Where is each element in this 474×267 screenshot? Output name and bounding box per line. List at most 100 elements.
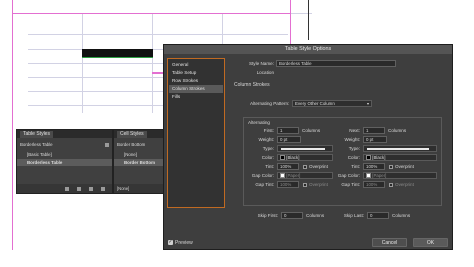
footer-style-name: [None] [117,186,130,191]
gap-overprint-right-checkbox[interactable] [389,183,393,187]
weight-left-label: Weight: [258,137,275,142]
overprint-left-checkbox[interactable] [303,165,307,169]
table-styles-panel: Table Styles Borderless Table [Basic Tab… [16,129,113,194]
panel-tab-bar: Cell Styles [114,130,168,138]
color-swatch [366,173,371,179]
tint-right-input[interactable]: 100% [363,163,385,170]
panel-footer [17,184,112,193]
category-row-strokes[interactable]: Row Strokes [169,77,223,85]
alternating-pattern-label: Alternating Pattern: [250,101,290,106]
gap-color-left-value: [Paper] [286,173,301,178]
ok-button[interactable]: OK [413,238,448,247]
weight-left-input[interactable]: 0 pt [277,136,301,143]
table-style-options-dialog: Table Style Options General Table Setup … [163,44,453,250]
skip-first-input[interactable]: 0 [281,212,303,219]
tab-cell-styles[interactable]: Cell Styles [117,131,147,138]
gap-overprint-left-label: Overprint [309,182,328,187]
type-left-label: Type: [262,146,274,151]
gap-color-right-select[interactable]: [Paper] [363,172,437,179]
tint-left-input[interactable]: 100% [277,163,299,170]
trash-icon[interactable] [101,187,105,191]
list-item-selected[interactable]: Border Bottom [114,159,168,166]
overprint-right-checkbox[interactable] [389,165,393,169]
new-style-icon[interactable] [105,143,109,147]
color-swatch [366,155,371,161]
skip-last-unit: Columns [392,213,411,218]
color-left-select[interactable]: [Black] [277,154,333,161]
first-label: First: [263,128,274,133]
color-swatch [280,173,285,179]
category-fills[interactable]: Fills [169,93,223,101]
page-guide [12,0,13,250]
current-style-label: Borderless Table [20,142,53,147]
weight-right-input[interactable]: 0 pt [363,136,387,143]
overprint-right-label: Overprint [395,164,414,169]
color-swatch [280,155,285,161]
first-input[interactable]: 1 [277,127,299,134]
grid-line [152,13,153,113]
color-left-value: [Black] [286,155,300,160]
alternating-pattern-value: Every Other Column [295,101,335,106]
tint-left-label: Tint: [265,164,274,169]
type-right-label: Type: [348,146,360,151]
folder-icon[interactable] [65,187,69,191]
style-name-label: Style Name: [248,61,274,66]
next-input[interactable]: 1 [363,127,385,134]
gap-overprint-right-label: Overprint [395,182,414,187]
panel-tab-bar: Table Styles [17,130,112,138]
cell-styles-panel: Cell Styles Border Bottom [None] Border … [113,129,169,194]
category-table-setup[interactable]: Table Setup [169,69,223,77]
color-right-select[interactable]: [Black] [363,154,437,161]
tab-table-styles[interactable]: Table Styles [20,131,53,138]
category-column-strokes[interactable]: Column Strokes [169,85,223,93]
margin-guide [12,13,290,14]
grid-line [82,13,83,113]
location-label: Location [256,70,274,75]
category-general[interactable]: General [169,61,223,69]
tint-right-label: Tint: [351,164,360,169]
color-right-value: [Black] [372,155,386,160]
next-label: Next: [349,128,360,133]
weight-right-label: Weight: [344,137,361,142]
stroke-type-preview [367,148,429,150]
gap-color-right-label: Gap Color: [337,173,360,178]
table-header-row[interactable] [82,49,153,57]
color-left-label: Color: [261,155,274,160]
gap-tint-right-input[interactable]: 100% [363,181,385,188]
grid-line [28,34,288,35]
preview-label: Preview [175,240,193,246]
gap-overprint-left-checkbox[interactable] [303,183,307,187]
gap-tint-left-label: Gap Tint: [255,182,274,187]
gap-color-left-label: Gap Color: [251,173,274,178]
list-item[interactable]: [None] [114,151,168,158]
skip-first-label: Skip First: [257,213,278,218]
gap-tint-right-label: Gap Tint: [341,182,360,187]
gap-tint-left-input[interactable]: 100% [277,181,299,188]
type-left-select[interactable] [277,145,333,152]
selection-highlight [82,57,153,58]
dialog-title: Table Style Options [164,45,452,54]
alternating-group: Alternating First: 1 Columns Next: 1 Col… [243,117,442,206]
color-right-label: Color: [347,155,360,160]
type-right-select[interactable] [363,145,437,152]
stroke-type-preview [281,148,325,150]
skip-last-input[interactable]: 0 [367,212,389,219]
alternating-pattern-select[interactable]: Every Other Column ▾ [292,100,372,107]
gap-color-right-value: [Paper] [372,173,387,178]
alternating-group-label: Alternating [248,120,270,125]
overprint-left-label: Overprint [309,164,328,169]
category-list: General Table Setup Row Strokes Column S… [167,58,225,208]
skip-first-unit: Columns [306,213,325,218]
cancel-button[interactable]: Cancel [372,238,407,247]
gap-color-left-select[interactable]: [Paper] [277,172,333,179]
new-style-icon[interactable] [89,187,93,191]
preview-checkbox[interactable]: ✓ [168,240,173,245]
page-guide [290,0,291,46]
first-unit: Columns [302,128,321,133]
panel-footer: [None] [114,184,168,193]
list-item[interactable]: [Basic Table] [17,151,112,158]
page-edge [308,0,309,40]
style-name-input[interactable]: Borderless Table [276,60,396,67]
clear-overrides-icon[interactable] [77,187,81,191]
list-item-selected[interactable]: Borderless Table [17,159,112,166]
